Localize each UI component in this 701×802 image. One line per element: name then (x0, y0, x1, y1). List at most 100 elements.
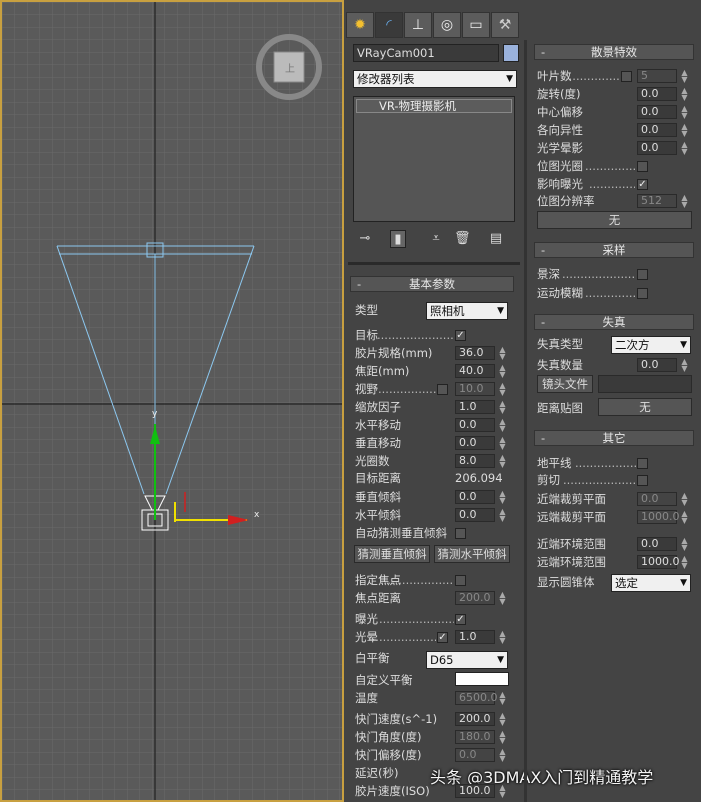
focal-length-spinner[interactable]: 40.0 (455, 364, 495, 378)
spinner-arrows-icon[interactable]: ▲ ▼ (680, 510, 689, 525)
target-checkbox[interactable]: ✓ (455, 330, 466, 341)
motion-blur-checkbox[interactable] (637, 288, 648, 299)
object-color-swatch[interactable] (503, 44, 519, 62)
type-dropdown[interactable]: 照相机 ▼ (426, 302, 508, 320)
misc-rollout-title[interactable]: - 其它 (534, 430, 694, 446)
spinner-arrows-icon[interactable]: ▲ ▼ (680, 492, 689, 507)
guess-vertical-tilt-button[interactable]: 猜测垂直倾斜 (354, 545, 430, 563)
spinner-arrows-icon[interactable]: ▲ ▼ (498, 730, 507, 745)
spinner-arrows-icon[interactable]: ▲ ▼ (498, 364, 507, 379)
focus-distance-spinner[interactable]: 200.0 (455, 591, 495, 605)
display-icon[interactable]: ▭ (462, 12, 490, 38)
spinner-arrows-icon[interactable]: ▲ ▼ (498, 454, 507, 469)
rotation-spinner[interactable]: 0.0 (637, 87, 677, 101)
dof-checkbox[interactable] (637, 269, 648, 280)
modify-arc-icon[interactable]: ◜ (375, 12, 403, 38)
pin-stack-icon[interactable]: ⊸ (357, 230, 373, 248)
bitmap-resolution-spinner[interactable]: 512 (637, 194, 677, 208)
bitmap-none-button[interactable]: 无 (537, 211, 692, 229)
vertical-tilt-spinner[interactable]: 0.0 (455, 490, 495, 504)
blades-spinner[interactable]: 5 (637, 69, 677, 83)
distortion-type-dropdown[interactable]: 二次方 ▼ (611, 336, 691, 354)
spinner-arrows-icon[interactable]: ▲ ▼ (680, 194, 689, 209)
bitmap-aperture-checkbox[interactable] (637, 161, 648, 172)
spinner-arrows-icon[interactable]: ▲ ▼ (680, 555, 689, 570)
far-clip-spinner[interactable]: 1000.0 (637, 510, 680, 524)
anisotropy-spinner[interactable]: 0.0 (637, 123, 677, 137)
horizontal-shift-spinner[interactable]: 0.0 (455, 418, 495, 432)
spinner-arrows-icon[interactable]: ▲ ▼ (498, 591, 507, 606)
spinner-arrows-icon[interactable]: ▲ ▼ (498, 346, 507, 361)
spinner-arrows-icon[interactable]: ▲ ▼ (680, 537, 689, 552)
modifier-list-dropdown[interactable]: 修改器列表 ▼ (353, 70, 517, 88)
hierarchy-icon[interactable]: ⊥ (404, 12, 432, 38)
make-unique-icon[interactable]: ⩡ (428, 230, 444, 248)
top-viewport[interactable]: 上 x y (0, 0, 344, 802)
zoom-factor-spinner[interactable]: 1.0 (455, 400, 495, 414)
sun-icon[interactable]: ✹ (346, 12, 374, 38)
lens-file-button[interactable]: 镜头文件 (537, 375, 593, 393)
basic-params-rollout-title[interactable]: - 基本参数 (350, 276, 514, 292)
spinner-arrows-icon[interactable]: ▲ ▼ (680, 105, 689, 120)
horizon-checkbox[interactable] (637, 458, 648, 469)
spinner-arrows-icon[interactable]: ▲ ▼ (498, 490, 507, 505)
fov-spinner[interactable]: 10.0 (455, 382, 495, 396)
spinner-arrows-icon[interactable]: ▲ ▼ (498, 748, 507, 763)
center-bias-spinner[interactable]: 0.0 (637, 105, 677, 119)
object-name-field[interactable]: VRayCam001 (353, 44, 499, 62)
temperature-spinner[interactable]: 6500.0 (455, 691, 498, 705)
shutter-angle-spinner[interactable]: 180.0 (455, 730, 495, 744)
vertical-shift-spinner[interactable]: 0.0 (455, 436, 495, 450)
configure-sets-icon[interactable]: ▤ (488, 230, 504, 248)
spinner-arrows-icon[interactable]: ▲ ▼ (498, 508, 507, 523)
f-number-spinner[interactable]: 8.0 (455, 454, 495, 468)
shutter-speed-spinner[interactable]: 200.0 (455, 712, 495, 726)
distortion-amount-spinner[interactable]: 0.0 (637, 358, 677, 372)
vignetting-checkbox[interactable]: ✓ (437, 632, 448, 643)
spinner-arrows-icon[interactable]: ▲ ▼ (498, 418, 507, 433)
shutter-offset-spinner[interactable]: 0.0 (455, 748, 495, 762)
vignetting-spinner[interactable]: 1.0 (455, 630, 495, 644)
display-cone-dropdown[interactable]: 选定 ▼ (611, 574, 691, 592)
spinner-arrows-icon[interactable]: ▲ ▼ (498, 436, 507, 451)
guess-horizontal-tilt-button[interactable]: 猜测水平倾斜 (434, 545, 510, 563)
lens-file-path-field[interactable] (598, 375, 692, 393)
spinner-arrows-icon[interactable]: ▲ ▼ (680, 87, 689, 102)
bokeh-rollout-title[interactable]: - 散景特效 (534, 44, 694, 60)
white-balance-dropdown[interactable]: D65 ▼ (426, 651, 508, 669)
modifier-stack[interactable]: VR-物理摄影机 (353, 96, 515, 222)
affect-exposure-checkbox[interactable]: ✓ (637, 179, 648, 190)
stack-item[interactable]: VR-物理摄影机 (356, 99, 512, 113)
clipping-checkbox[interactable] (637, 475, 648, 486)
fov-checkbox[interactable] (437, 384, 448, 395)
sampling-rollout-title[interactable]: - 采样 (534, 242, 694, 258)
film-iso-spinner[interactable]: 100.0 (455, 784, 495, 798)
spinner-arrows-icon[interactable]: ▲ ▼ (680, 358, 689, 373)
blades-checkbox[interactable] (621, 71, 632, 82)
near-clip-spinner[interactable]: 0.0 (637, 492, 677, 506)
custom-balance-swatch[interactable] (455, 672, 509, 686)
auto-vertical-tilt-checkbox[interactable] (455, 528, 466, 539)
horizontal-tilt-spinner[interactable]: 0.0 (455, 508, 495, 522)
specify-focus-checkbox[interactable] (455, 575, 466, 586)
optical-vignetting-spinner[interactable]: 0.0 (637, 141, 677, 155)
spinner-arrows-icon[interactable]: ▲ ▼ (680, 69, 689, 84)
spinner-arrows-icon[interactable]: ▲ ▼ (498, 630, 507, 645)
spinner-arrows-icon[interactable]: ▲ ▼ (680, 123, 689, 138)
spinner-arrows-icon[interactable]: ▲ ▼ (498, 712, 507, 727)
exposure-checkbox[interactable]: ✓ (455, 614, 466, 625)
distortion-rollout-title[interactable]: - 失真 (534, 314, 694, 330)
near-env-spinner[interactable]: 0.0 (637, 537, 677, 551)
far-env-spinner[interactable]: 1000.0 (637, 555, 680, 569)
spinner-arrows-icon[interactable]: ▲ ▼ (680, 141, 689, 156)
show-end-result-icon[interactable]: ▮ (390, 230, 406, 248)
film-gate-spinner[interactable]: 36.0 (455, 346, 495, 360)
spinner-arrows-icon[interactable]: ▲ ▼ (498, 691, 507, 706)
hammer-icon[interactable]: ⚒ (491, 12, 519, 38)
distortion-map-button[interactable]: 无 (598, 398, 692, 416)
motion-icon[interactable]: ◎ (433, 12, 461, 38)
spinner-arrows-icon[interactable]: ▲ ▼ (498, 400, 507, 415)
remove-modifier-icon[interactable]: 🗑 (454, 230, 471, 248)
spinner-arrows-icon[interactable]: ▲ ▼ (498, 382, 507, 397)
spinner-arrows-icon[interactable]: ▲ ▼ (498, 784, 507, 799)
